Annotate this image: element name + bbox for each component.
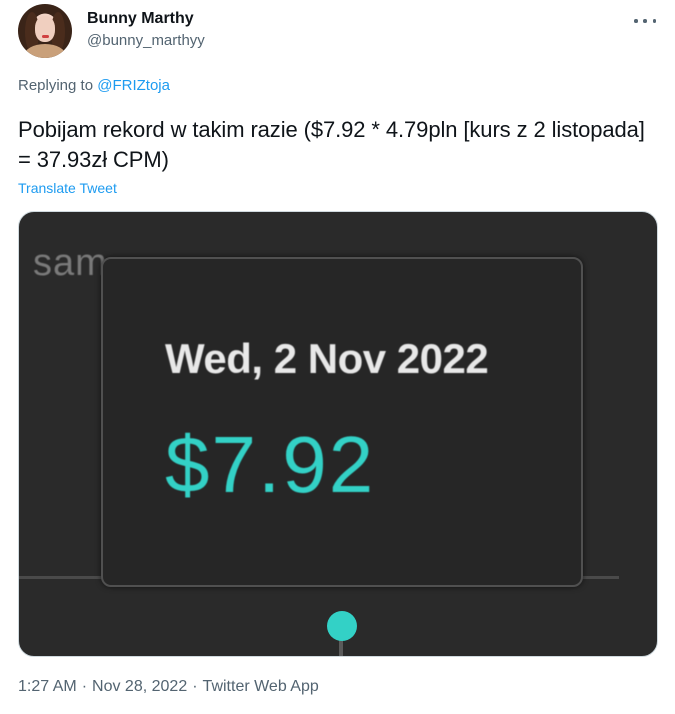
tweet-timestamp: 1:27 AM · Nov 28, 2022 · Twitter Web App (18, 678, 319, 696)
translate-tweet-link[interactable]: Translate Tweet (18, 180, 117, 196)
tweet-header: Bunny Marthy @bunny_marthyy (18, 4, 658, 58)
avatar[interactable] (18, 4, 72, 58)
more-dot (652, 19, 656, 23)
media-tooltip: Wed, 2 Nov 2022 $7.92 (101, 257, 583, 587)
replying-prefix: Replying to (18, 77, 98, 94)
reply-mention-link[interactable]: @FRIZtoja (97, 77, 170, 94)
timestamp-separator: · (81, 678, 88, 695)
user-name[interactable]: Bunny Marthy (87, 10, 194, 28)
tooltip-date: Wed, 2 Nov 2022 (165, 335, 489, 382)
tweet-date[interactable]: Nov 28, 2022 (92, 678, 187, 695)
tweet-media-image[interactable]: sam Wed, 2 Nov 2022 $7.92 (18, 211, 658, 657)
replying-to: Replying to @FRIZtoja (18, 77, 170, 94)
avatar-lips (42, 35, 49, 38)
media-background-text: sam (33, 242, 108, 284)
tweet-text: Pobijam rekord w takim razie ($7.92 * 4.… (18, 117, 645, 172)
user-handle[interactable]: @bunny_marthyy (87, 32, 205, 49)
more-options-icon[interactable] (634, 12, 656, 30)
more-dot (634, 19, 638, 23)
timestamp-separator: · (192, 678, 198, 695)
avatar-face (35, 16, 55, 42)
tweet-time[interactable]: 1:27 AM (18, 678, 77, 695)
tooltip-value: $7.92 (165, 420, 376, 509)
tweet-source: Twitter Web App (202, 678, 319, 695)
media-chart-point (327, 611, 357, 641)
more-dot (643, 19, 647, 23)
